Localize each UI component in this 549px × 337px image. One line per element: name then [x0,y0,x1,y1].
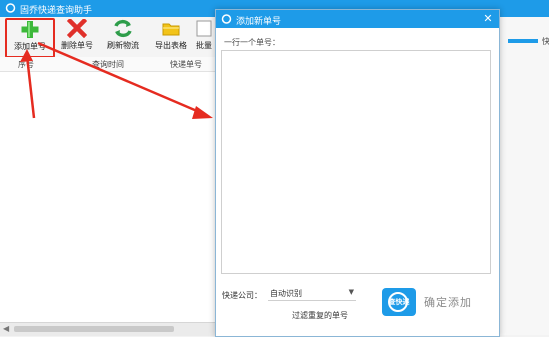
dialog-title: 添加新单号 [236,17,282,27]
delete-tracking-label: 删除单号 [61,41,93,50]
green-plus-icon [21,21,39,38]
add-tracking-dialog: 添加新单号 ✕ 一行一个单号： 快递公司： 自动识别 ▼ 过滤重复的单号 查快递… [215,9,500,337]
dialog-title-bar: 添加新单号 ✕ [216,10,499,28]
main-window-title: 固乔快递查询助手 [20,6,93,16]
add-tracking-label: 添加单号 [14,42,46,51]
column-header-index[interactable]: 序号 [18,59,34,70]
scroll-left-icon[interactable]: ◀ [3,324,9,333]
scrollbar-thumb[interactable] [14,326,174,332]
dialog-instruction: 一行一个单号： [224,38,280,47]
progress-bar [508,39,538,43]
green-refresh-icon [114,19,132,38]
delete-tracking-button[interactable]: 删除单号 [54,19,100,53]
close-icon[interactable]: ✕ [481,12,495,26]
horizontal-scrollbar[interactable]: ◀ [0,322,215,336]
batch-button[interactable]: 批量 [194,19,214,53]
app-logo-icon [5,3,16,13]
filter-duplicates-option[interactable]: 过滤重复的单号 [292,310,348,321]
add-tracking-button[interactable]: 添加单号 [5,18,55,58]
yellow-folder-icon [162,23,180,36]
courier-company-select[interactable]: 自动识别 ▼ [268,287,356,301]
logo-text: 查快递 [388,298,410,306]
courier-company-value: 自动识别 [270,289,302,298]
export-table-button[interactable]: 导出表格 [148,19,194,53]
batch-label: 批量 [196,41,212,50]
column-header-tracking-number[interactable]: 快递单号 [170,59,202,70]
confirm-add-button[interactable]: 确定添加 [424,294,472,310]
dialog-app-logo-icon [221,14,232,24]
column-header-query-time[interactable]: 查询时间 [92,59,124,70]
right-column-header: 快 [542,37,549,46]
main-right-panel: 快 [498,17,549,335]
table-header: 序号 查询时间 快递单号 [0,57,215,72]
table-body [0,72,215,322]
courier-company-label: 快递公司： [222,291,262,300]
query-logo-icon: 查快递 [382,288,416,316]
red-x-icon [67,19,87,38]
batch-icon [196,20,212,37]
export-table-label: 导出表格 [155,41,187,50]
tracking-numbers-textarea[interactable] [221,50,491,274]
chevron-down-icon: ▼ [348,288,354,296]
refresh-logistics-button[interactable]: 刷新物流 [100,19,146,53]
refresh-logistics-label: 刷新物流 [107,41,139,50]
